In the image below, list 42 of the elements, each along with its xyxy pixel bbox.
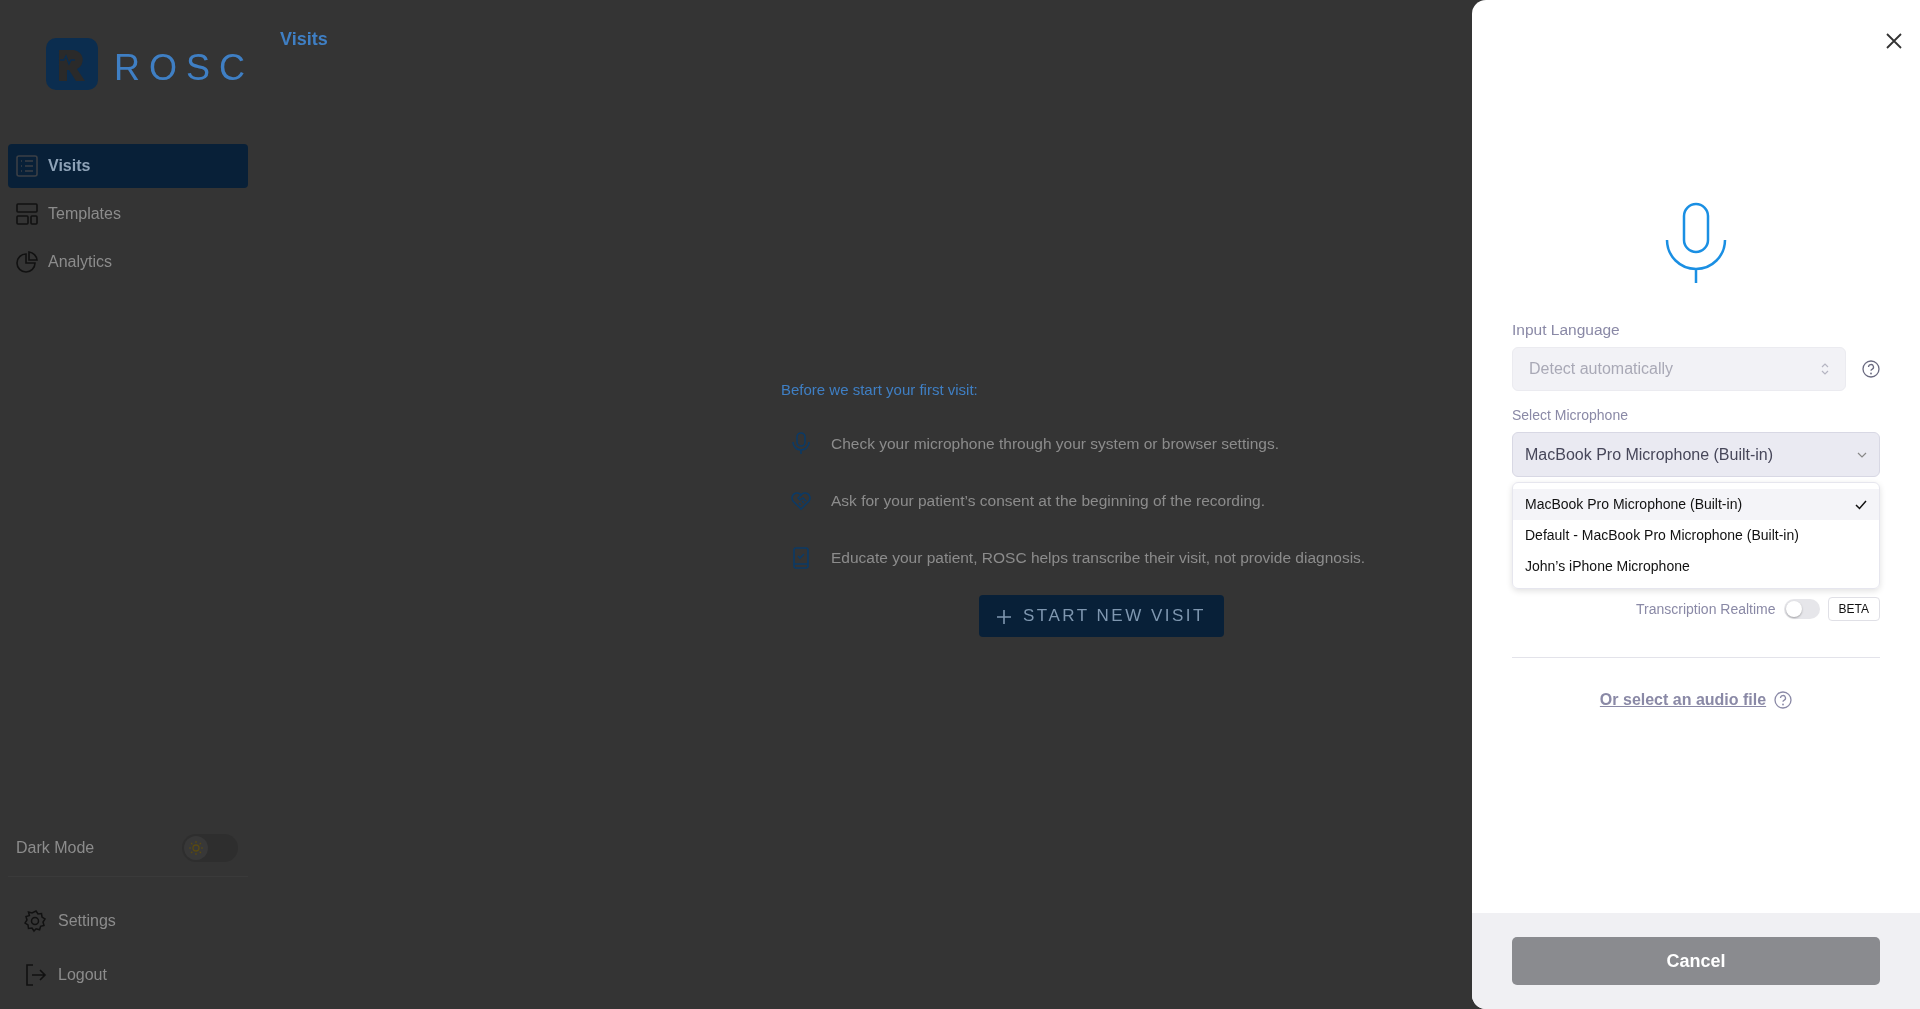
help-icon[interactable] [1774, 691, 1793, 710]
audio-file-link[interactable]: Or select an audio file [1599, 688, 1767, 713]
field-label: Input Language [1512, 320, 1621, 340]
heart-handshake-icon [791, 489, 811, 512]
beta-badge: BETA [1827, 597, 1880, 622]
realtime-toggle[interactable] [1783, 599, 1820, 620]
microphone-icon [1665, 202, 1727, 284]
nav-item[interactable]: Analytics [8, 240, 248, 284]
cancel-button[interactable]: Cancel [1512, 937, 1880, 985]
logo-text: ROSC [114, 46, 254, 90]
list-icon [16, 155, 38, 177]
pie-chart-icon [16, 251, 38, 273]
dropdown-option[interactable]: John’s iPhone Microphone [1513, 551, 1879, 583]
microphone-icon [791, 432, 811, 455]
tip-text: Ask for your patient’s consent at the beginning of the recording. [831, 490, 1265, 511]
page-title: Visits [280, 28, 329, 51]
sun-icon [188, 840, 204, 856]
nav-item[interactable]: Logout [8, 955, 254, 995]
dropdown-option[interactable]: MacBook Pro Microphone (Built-in) [1513, 489, 1879, 521]
intro-text: Before we start your first visit: [781, 380, 979, 400]
layout-icon [16, 203, 38, 225]
field-label: Select Microphone [1512, 406, 1629, 426]
chevron-down-icon [1857, 451, 1867, 458]
close-icon [1886, 32, 1902, 49]
dark-mode-toggle[interactable] [182, 834, 238, 862]
realtime-label: Transcription Realtime [1636, 599, 1776, 619]
logout-icon [24, 963, 48, 987]
nav-item[interactable]: Templates [8, 192, 248, 236]
check-icon [1855, 499, 1867, 510]
nav-item[interactable]: Visits [8, 144, 248, 188]
nav-item[interactable]: Settings [8, 901, 254, 941]
start-visit-button[interactable]: START NEW VISIT [979, 595, 1224, 637]
checkbook-icon [791, 546, 811, 569]
updown-chevron-icon [1821, 362, 1829, 377]
microphone-select[interactable]: MacBook Pro Microphone (Built-in) [1512, 432, 1880, 478]
help-icon[interactable] [1862, 360, 1880, 379]
gear-icon [24, 909, 48, 933]
dark-mode-label: Dark Mode [16, 838, 95, 858]
tip-text: Check your microphone through your system or browser settings. [831, 433, 1279, 454]
plus-icon [997, 609, 1011, 624]
dropdown-option[interactable]: Default - MacBook Pro Microphone (Built-in) [1513, 520, 1879, 552]
tip-text: Educate your patient, ROSC helps transcribe their visit, not provide diagnosis. [831, 548, 1366, 568]
